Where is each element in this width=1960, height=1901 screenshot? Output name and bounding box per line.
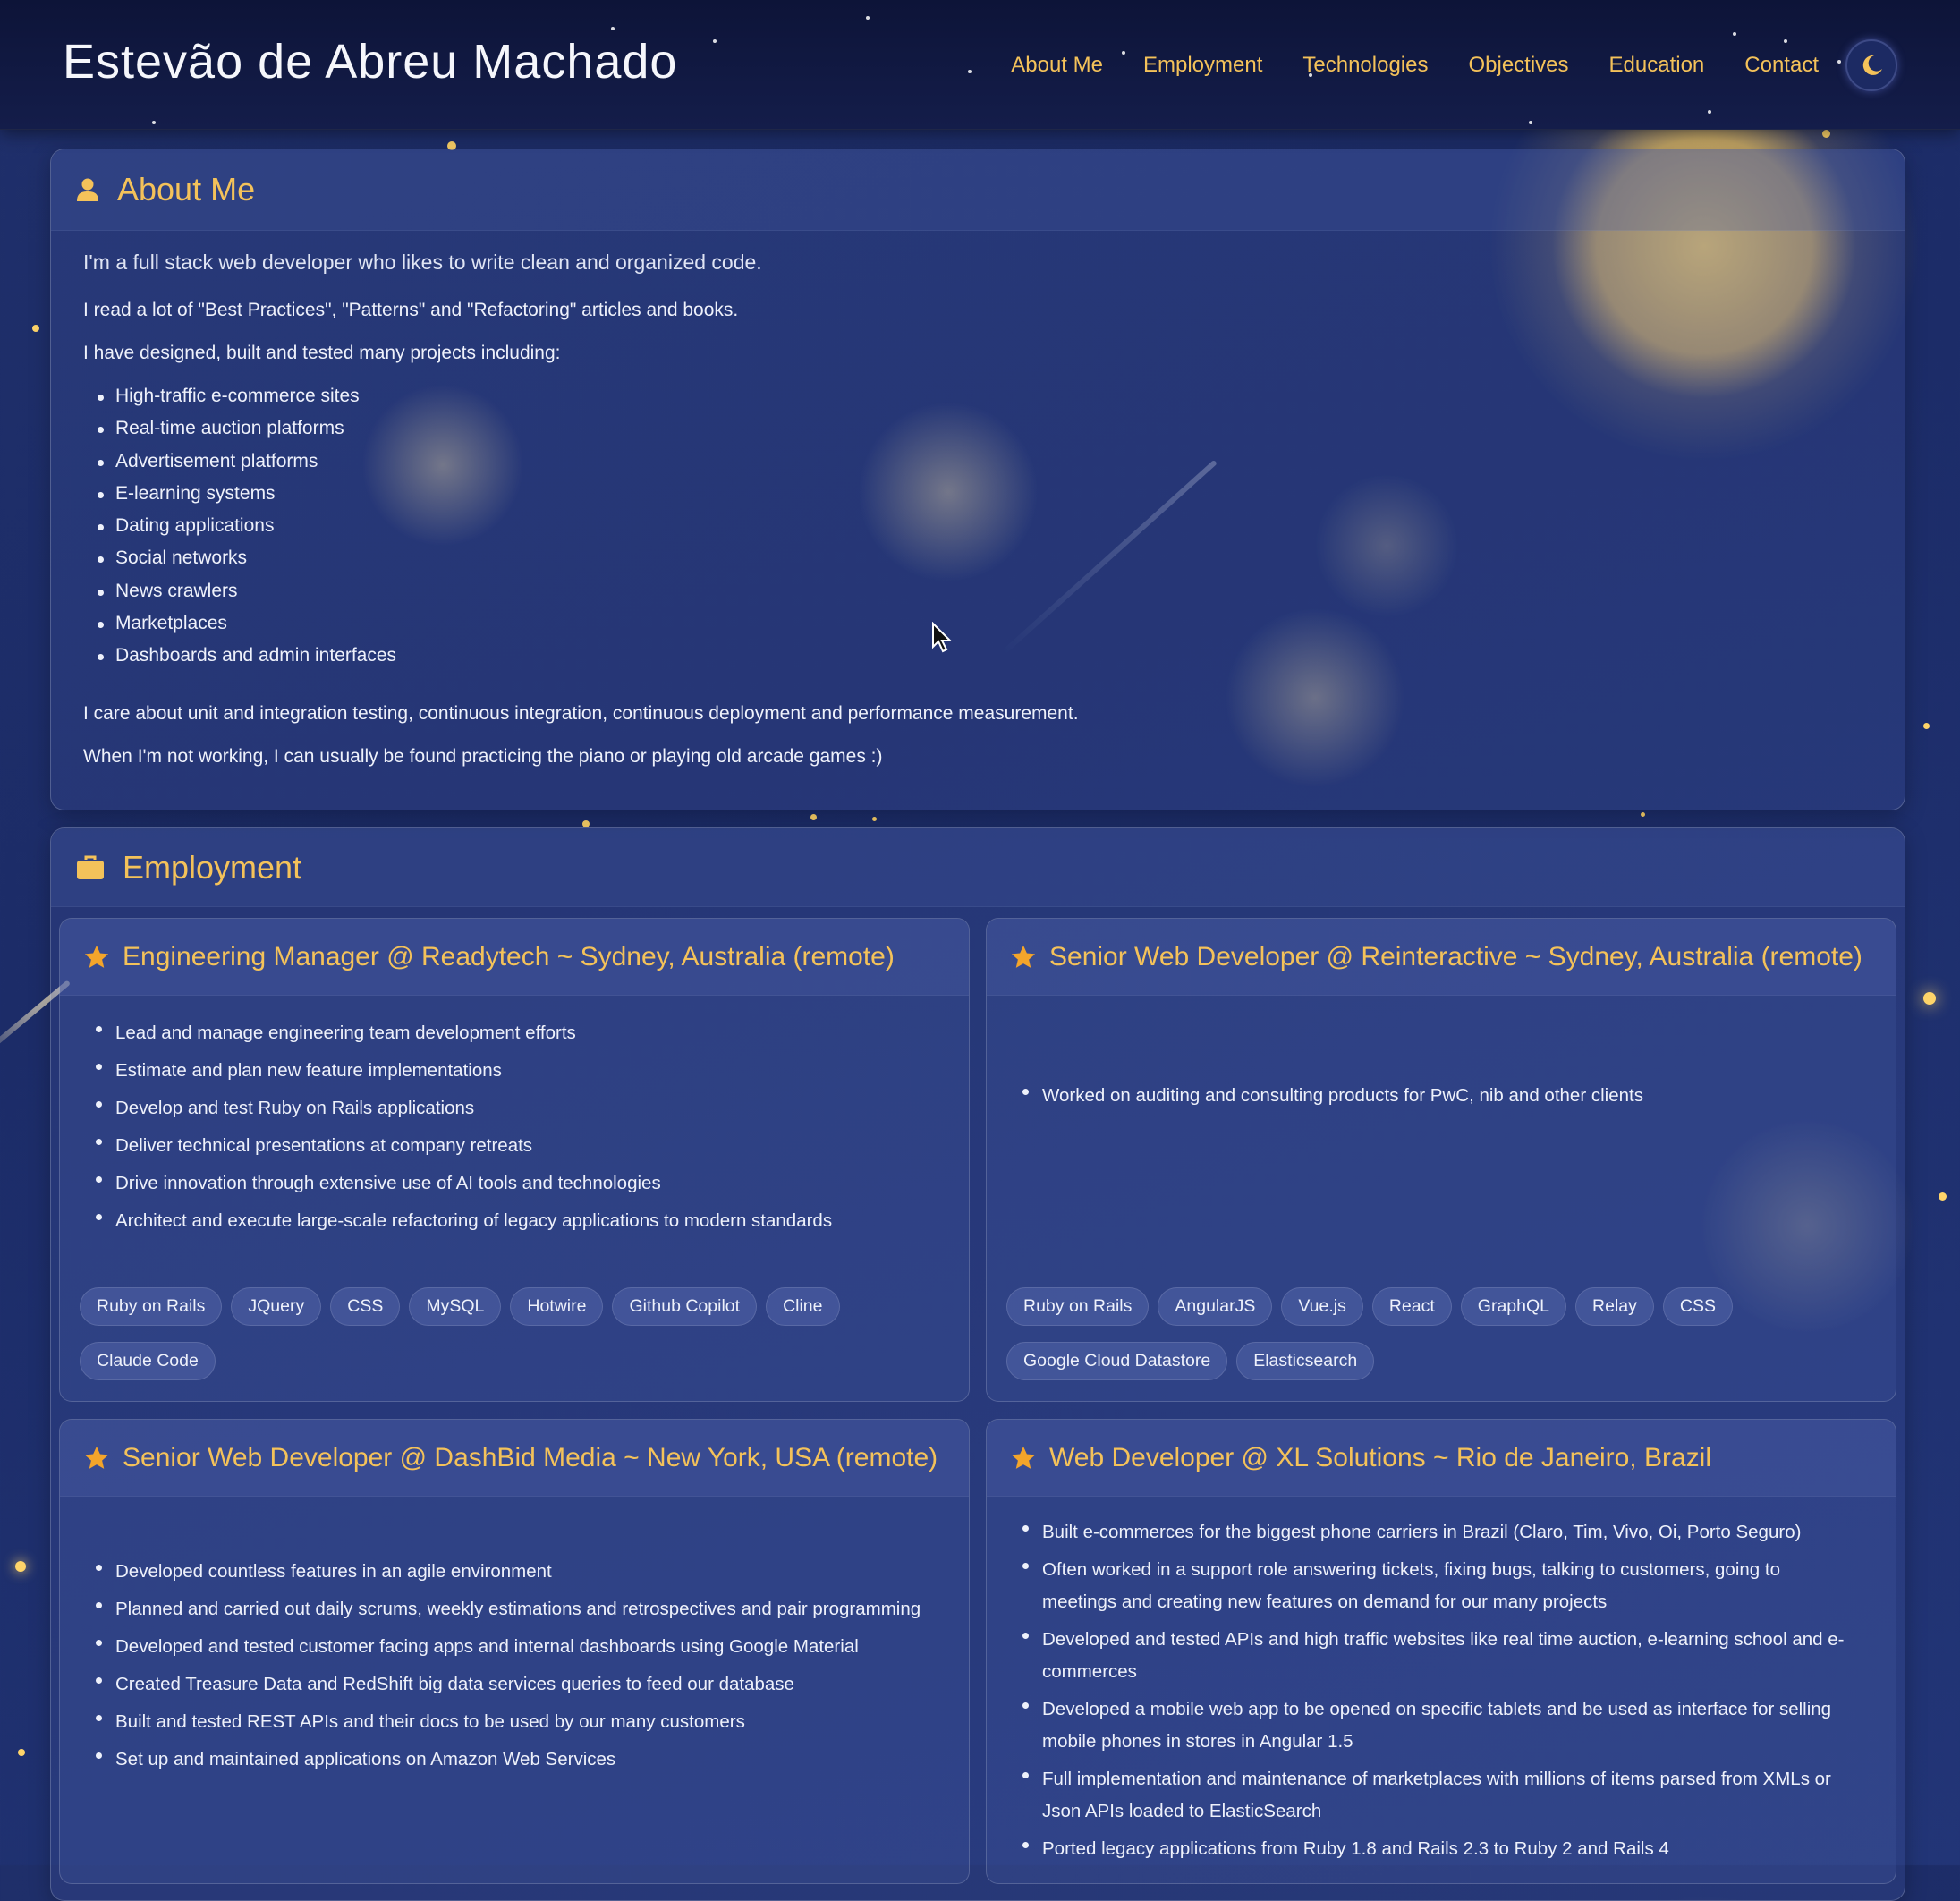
- list-item: Often worked in a support role answering…: [1008, 1554, 1856, 1618]
- job-duties: Developed countless features in an agile…: [60, 1556, 942, 1781]
- tech-tag[interactable]: JQuery: [231, 1287, 322, 1326]
- list-item: Created Treasure Data and RedShift big d…: [81, 1668, 921, 1701]
- list-item: Built e-commerces for the biggest phone …: [1008, 1516, 1856, 1549]
- job-card: Web Developer @ XL Solutions ~ Rio de Ja…: [986, 1419, 1896, 1884]
- list-item: High-traffic e-commerce sites: [83, 386, 1872, 418]
- nav-technologies[interactable]: Technologies: [1302, 53, 1428, 78]
- tech-tag[interactable]: React: [1371, 1287, 1452, 1326]
- tech-tag[interactable]: Google Cloud Datastore: [1006, 1342, 1228, 1380]
- list-item: Advertisement platforms: [83, 451, 1872, 483]
- list-item: Developed a mobile web app to be opened …: [1008, 1693, 1856, 1758]
- projects-list: High-traffic e-commerce sites Real-time …: [83, 386, 1872, 678]
- list-item: Developed and tested APIs and high traff…: [1008, 1624, 1856, 1688]
- job-header: Web Developer @ XL Solutions ~ Rio de Ja…: [987, 1420, 1896, 1497]
- about-me-heading: About Me: [117, 171, 256, 208]
- list-item: Develop and test Ruby on Rails applicati…: [81, 1092, 832, 1124]
- job-header: Engineering Manager @ Readytech ~ Sydney…: [60, 919, 969, 996]
- about-me-section: About Me I'm a full stack web developer …: [50, 149, 1905, 810]
- job-header: Senior Web Developer @ DashBid Media ~ N…: [60, 1420, 969, 1497]
- nav-education[interactable]: Education: [1609, 53, 1705, 78]
- list-item: News crawlers: [83, 581, 1872, 613]
- tech-tag[interactable]: Ruby on Rails: [1006, 1287, 1150, 1326]
- about-paragraph: When I'm not working, I can usually be f…: [83, 745, 883, 767]
- about-paragraph: I have designed, built and tested many p…: [83, 343, 561, 363]
- tech-tag[interactable]: Cline: [766, 1287, 840, 1326]
- job-card: Engineering Manager @ Readytech ~ Sydney…: [59, 918, 970, 1402]
- list-item: Social networks: [83, 547, 1872, 580]
- list-item: Real-time auction platforms: [83, 418, 1872, 450]
- list-item: Architect and execute large-scale refact…: [81, 1205, 832, 1237]
- about-paragraph: I care about unit and integration testin…: [83, 702, 1079, 724]
- job-header: Senior Web Developer @ Reinteractive ~ S…: [987, 919, 1896, 996]
- list-item: Dating applications: [83, 515, 1872, 547]
- list-item: Planned and carried out daily scrums, we…: [81, 1593, 921, 1625]
- list-item: Dashboards and admin interfaces: [83, 645, 1872, 677]
- about-lead: I'm a full stack web developer who likes…: [83, 250, 762, 274]
- star-icon: [84, 945, 109, 968]
- moon-icon: [1862, 55, 1882, 75]
- list-item: Lead and manage engineering team develop…: [81, 1017, 832, 1049]
- site-title: Estevão de Abreu Machado: [63, 35, 678, 89]
- list-item: Estimate and plan new feature implementa…: [81, 1055, 832, 1087]
- job-title: Web Developer @ XL Solutions ~ Rio de Ja…: [1049, 1442, 1711, 1472]
- star-icon: [1011, 945, 1036, 968]
- about-me-header: About Me: [51, 149, 1905, 231]
- job-title: Senior Web Developer @ DashBid Media ~ N…: [123, 1442, 938, 1472]
- job-title: Senior Web Developer @ Reinteractive ~ S…: [1049, 941, 1862, 972]
- nav-employment[interactable]: Employment: [1143, 53, 1262, 78]
- list-item: Built and tested REST APIs and their doc…: [81, 1706, 921, 1738]
- nav-objectives[interactable]: Objectives: [1468, 53, 1568, 78]
- tech-tag[interactable]: Claude Code: [80, 1342, 216, 1380]
- tech-tag[interactable]: Ruby on Rails: [80, 1287, 223, 1326]
- list-item: Developed countless features in an agile…: [81, 1556, 921, 1588]
- job-title: Engineering Manager @ Readytech ~ Sydney…: [123, 941, 895, 972]
- job-duties: Built e-commerces for the biggest phone …: [987, 1516, 1878, 1871]
- tech-tag[interactable]: Vue.js: [1281, 1287, 1363, 1326]
- job-duties: Worked on auditing and consulting produc…: [987, 1080, 1665, 1117]
- tech-tag[interactable]: GraphQL: [1460, 1287, 1567, 1326]
- about-paragraph: I read a lot of "Best Practices", "Patte…: [83, 300, 739, 320]
- list-item: Worked on auditing and consulting produc…: [1008, 1080, 1643, 1112]
- star-icon: [1011, 1446, 1036, 1469]
- user-icon: [77, 178, 98, 201]
- tech-tag[interactable]: Github Copilot: [612, 1287, 758, 1326]
- list-item: E-learning systems: [83, 483, 1872, 515]
- site-header: Estevão de Abreu Machado About Me Employ…: [0, 0, 1960, 130]
- briefcase-icon: [77, 855, 104, 879]
- list-item: Drive innovation through extensive use o…: [81, 1167, 832, 1200]
- tech-tag[interactable]: MySQL: [409, 1287, 502, 1326]
- tech-tag[interactable]: CSS: [1662, 1287, 1733, 1326]
- job-duties: Lead and manage engineering team develop…: [60, 1017, 853, 1243]
- tech-tag[interactable]: Relay: [1575, 1287, 1654, 1326]
- mouse-cursor-icon: [932, 622, 953, 653]
- tech-tags: Ruby on Rails JQuery CSS MySQL Hotwire G…: [80, 1287, 951, 1396]
- theme-toggle-button[interactable]: [1845, 39, 1897, 91]
- tech-tag[interactable]: AngularJS: [1158, 1287, 1273, 1326]
- nav-about-me[interactable]: About Me: [1011, 53, 1103, 78]
- employment-heading: Employment: [123, 848, 302, 886]
- tech-tags: Ruby on Rails AngularJS Vue.js React Gra…: [1006, 1287, 1878, 1396]
- tech-tag[interactable]: CSS: [330, 1287, 401, 1326]
- tech-tag[interactable]: Elasticsearch: [1236, 1342, 1375, 1380]
- job-card: Senior Web Developer @ DashBid Media ~ N…: [59, 1419, 970, 1884]
- tech-tag[interactable]: Hotwire: [510, 1287, 604, 1326]
- main-nav: About Me Employment Technologies Objecti…: [971, 39, 1897, 91]
- nav-contact[interactable]: Contact: [1744, 53, 1819, 78]
- star-icon: [84, 1446, 109, 1469]
- list-item: Set up and maintained applications on Am…: [81, 1744, 921, 1776]
- list-item: Full implementation and maintenance of m…: [1008, 1763, 1856, 1828]
- list-item: Developed and tested customer facing app…: [81, 1631, 921, 1663]
- list-item: Deliver technical presentations at compa…: [81, 1130, 832, 1162]
- list-item: Marketplaces: [83, 613, 1872, 645]
- employment-header: Employment: [51, 828, 1905, 907]
- list-item: Ported legacy applications from Ruby 1.8…: [1008, 1833, 1856, 1865]
- job-card: Senior Web Developer @ Reinteractive ~ S…: [986, 918, 1896, 1402]
